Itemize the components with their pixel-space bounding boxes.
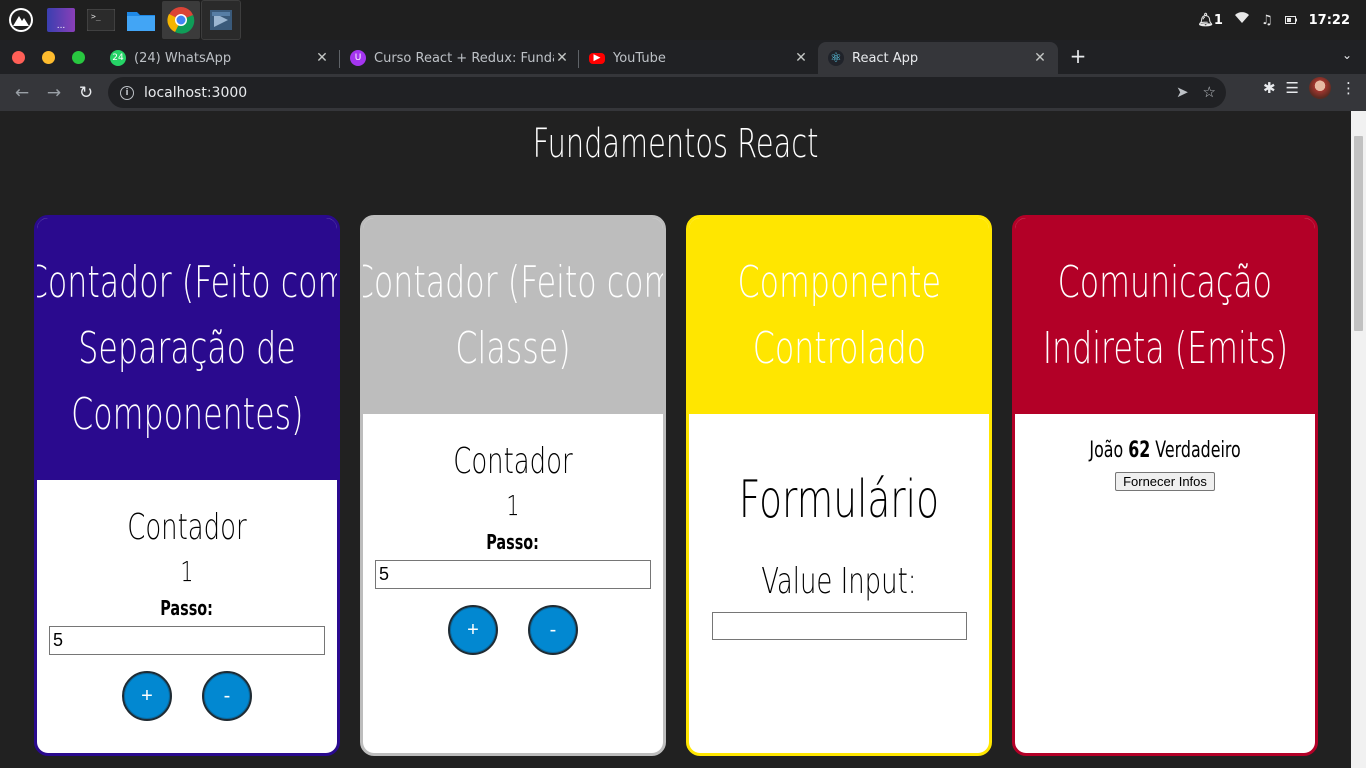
reload-icon[interactable]: ↻ bbox=[70, 77, 102, 109]
card-body: Formulário Value Input: bbox=[689, 414, 989, 640]
bell-icon: 🔔︎ bbox=[1197, 12, 1214, 28]
counter-value: 1 bbox=[180, 555, 194, 588]
card-body: Contador 1 Passo: 5 + - bbox=[37, 480, 337, 721]
bookmark-star-icon[interactable]: ☆ bbox=[1203, 83, 1216, 101]
send-to-device-icon[interactable]: ➤ bbox=[1176, 83, 1189, 101]
window-maximize-button[interactable] bbox=[72, 51, 85, 64]
workspaces-icon[interactable]: ... bbox=[42, 1, 80, 39]
page-scrollbar[interactable] bbox=[1351, 111, 1366, 768]
music-icon[interactable]: ♫ bbox=[1261, 13, 1273, 28]
card-title-line: Indireta (Emits) bbox=[1042, 323, 1288, 374]
card-controlled-component: Componente Controlado Formulário Value I… bbox=[686, 215, 992, 756]
url-text[interactable]: localhost:3000 bbox=[144, 85, 247, 101]
card-title-line: Separação de bbox=[78, 323, 296, 374]
site-info-icon[interactable]: i bbox=[120, 85, 134, 100]
value-input-label: Value Input: bbox=[761, 561, 917, 602]
counter-label: Contador bbox=[127, 507, 247, 548]
browser-tabstrip: 24 (24) WhatsApp ✕ U Curso React + Redux… bbox=[0, 40, 1366, 74]
tab-react-app[interactable]: ⚛ React App ✕ bbox=[818, 42, 1058, 74]
chrome-icon[interactable] bbox=[162, 1, 200, 39]
card-header: Comunicação Indireta (Emits) bbox=[1015, 218, 1315, 414]
whatsapp-icon: 24 bbox=[110, 50, 126, 66]
battery-icon[interactable] bbox=[1284, 13, 1297, 28]
extensions-puzzle-icon[interactable]: ✱ bbox=[1263, 79, 1276, 97]
card-title-line: Componentes) bbox=[70, 389, 304, 440]
tab-title: YouTube bbox=[613, 50, 666, 66]
card-title-line: Contador (Feito com bbox=[34, 257, 340, 308]
form-title: Formulário bbox=[738, 470, 940, 530]
counter-value: 1 bbox=[506, 489, 520, 522]
card-counter-class: Contador (Feito com Classe) Contador 1 P… bbox=[360, 215, 666, 756]
tab-udemy[interactable]: U Curso React + Redux: Fundame ✕ bbox=[340, 42, 580, 74]
step-label: Passo: bbox=[486, 530, 540, 554]
files-icon[interactable] bbox=[122, 1, 160, 39]
back-arrow-icon[interactable]: ← bbox=[6, 77, 38, 109]
wifi-icon[interactable] bbox=[1234, 12, 1249, 28]
increment-button[interactable]: + bbox=[122, 671, 172, 721]
card-body: João 62 Verdadeiro Fornecer Infos bbox=[1015, 414, 1315, 491]
card-header: Componente Controlado bbox=[689, 218, 989, 414]
emitted-info: João 62 Verdadeiro bbox=[1089, 436, 1240, 466]
step-input[interactable]: 5 bbox=[375, 560, 651, 589]
media-controls-icon[interactable]: ☰ bbox=[1286, 79, 1299, 97]
svg-text:...: ... bbox=[57, 21, 66, 31]
clock[interactable]: 17:22 bbox=[1309, 13, 1350, 28]
notifications-indicator[interactable]: 🔔︎1 bbox=[1197, 13, 1223, 28]
decrement-button[interactable]: - bbox=[528, 605, 578, 655]
new-tab-button[interactable]: + bbox=[1066, 44, 1090, 68]
card-title-line: Componente bbox=[737, 257, 941, 308]
profile-avatar[interactable] bbox=[1309, 77, 1331, 99]
value-input[interactable] bbox=[711, 612, 967, 640]
step-label: Passo: bbox=[160, 596, 214, 620]
forward-arrow-icon[interactable]: → bbox=[38, 77, 70, 109]
address-bar[interactable]: i localhost:3000 ➤ ☆ bbox=[108, 77, 1226, 108]
tab-youtube[interactable]: ▶ YouTube ✕ bbox=[579, 42, 819, 74]
counter-label: Contador bbox=[453, 441, 573, 482]
launcher-icon[interactable] bbox=[2, 1, 40, 39]
window-minimize-button[interactable] bbox=[42, 51, 55, 64]
vscode-icon[interactable] bbox=[201, 0, 241, 40]
increment-button[interactable]: + bbox=[448, 605, 498, 655]
card-header: Contador (Feito com Separação de Compone… bbox=[37, 218, 337, 480]
emitted-name: João bbox=[1089, 438, 1124, 463]
close-tab-icon[interactable]: ✕ bbox=[1032, 50, 1048, 66]
browser-toolbar: ← → ↻ i localhost:3000 ➤ ☆ ✱ ☰ ⋮ bbox=[0, 74, 1366, 111]
system-tray: 🔔︎1 ♫ 17:22 bbox=[1197, 0, 1350, 40]
tab-title: (24) WhatsApp bbox=[134, 50, 232, 66]
svg-text:>_: >_ bbox=[91, 12, 101, 21]
card-indirect-communication: Comunicação Indireta (Emits) João 62 Ver… bbox=[1012, 215, 1318, 756]
close-tab-icon[interactable]: ✕ bbox=[793, 50, 809, 66]
udemy-icon: U bbox=[350, 50, 366, 66]
card-title-line: Comunicação bbox=[1057, 257, 1273, 308]
card-counter-separated: Contador (Feito com Separação de Compone… bbox=[34, 215, 340, 756]
tab-search-icon[interactable]: ⌄ bbox=[1342, 48, 1352, 62]
card-body: Contador 1 Passo: 5 + - bbox=[363, 414, 663, 655]
menu-kebab-icon[interactable]: ⋮ bbox=[1341, 79, 1356, 97]
window-close-button[interactable] bbox=[12, 51, 25, 64]
terminal-icon[interactable]: >_ bbox=[82, 1, 120, 39]
page-viewport: Fundamentos React Contador (Feito com Se… bbox=[0, 111, 1351, 768]
card-header: Contador (Feito com Classe) bbox=[363, 218, 663, 414]
tab-title: React App bbox=[852, 50, 919, 66]
decrement-button[interactable]: - bbox=[202, 671, 252, 721]
emitted-age: 62 bbox=[1128, 438, 1151, 463]
card-title-line: Contador (Feito com bbox=[360, 257, 666, 308]
step-input[interactable]: 5 bbox=[49, 626, 325, 655]
os-top-panel: ... >_ 🔔︎1 ♫ 17:22 bbox=[0, 0, 1366, 40]
scrollbar-thumb[interactable] bbox=[1354, 136, 1363, 331]
close-tab-icon[interactable]: ✕ bbox=[554, 50, 570, 66]
close-tab-icon[interactable]: ✕ bbox=[314, 50, 330, 66]
emitted-flag: Verdadeiro bbox=[1155, 438, 1241, 463]
card-title-line: Controlado bbox=[752, 323, 926, 374]
provide-info-button[interactable]: Fornecer Infos bbox=[1115, 472, 1215, 491]
react-icon: ⚛ bbox=[828, 50, 844, 66]
tab-whatsapp[interactable]: 24 (24) WhatsApp ✕ bbox=[100, 42, 340, 74]
notification-count: 1 bbox=[1213, 12, 1223, 28]
tab-title: Curso React + Redux: Fundame bbox=[374, 50, 554, 66]
page-title: Fundamentos React bbox=[532, 121, 819, 167]
youtube-icon: ▶ bbox=[589, 52, 605, 64]
card-title-line: Classe) bbox=[455, 323, 571, 374]
